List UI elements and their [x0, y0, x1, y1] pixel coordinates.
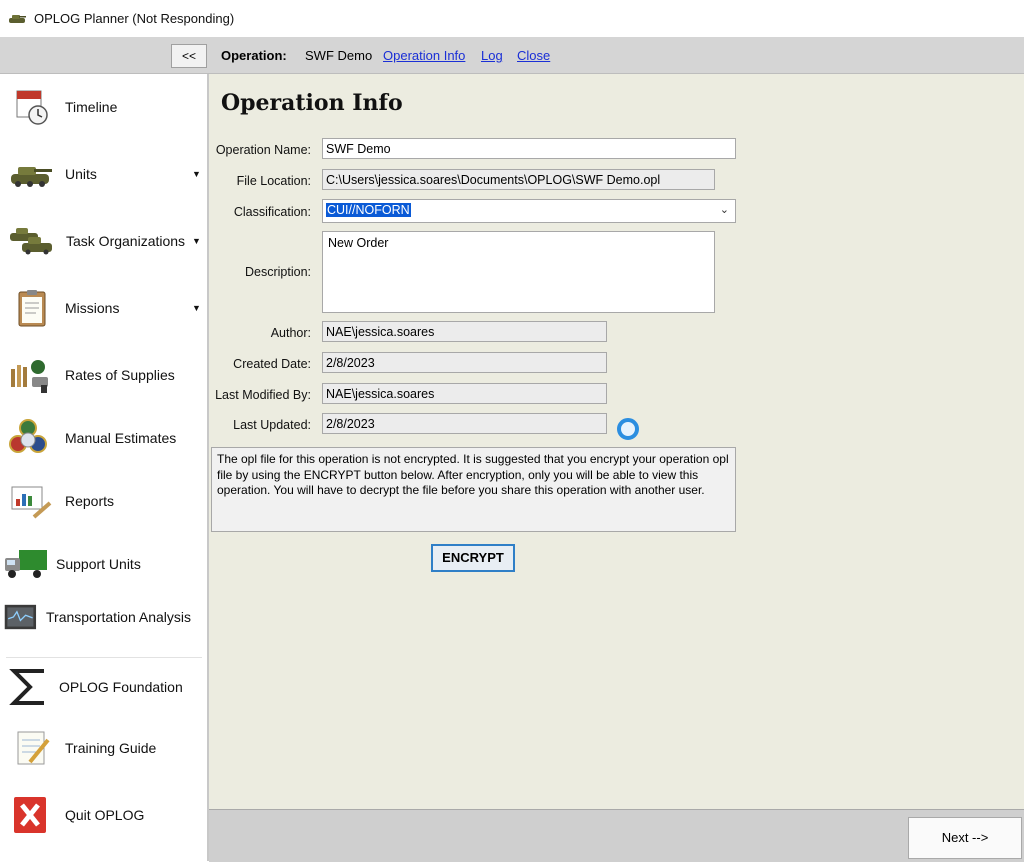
created-date-field: 2/8/2023: [322, 352, 607, 373]
bottom-bar: Next -->: [209, 809, 1024, 862]
sidebar-item-reports[interactable]: Reports: [0, 473, 207, 529]
notepad-pen-icon: [17, 731, 50, 765]
supplies-icon: [11, 360, 48, 393]
log-link[interactable]: Log: [481, 48, 503, 63]
classification-select[interactable]: CUI//NOFORN ⌄: [322, 199, 736, 223]
chevron-down-icon[interactable]: ⌄: [720, 203, 729, 216]
last-updated-label: Last Updated:: [233, 418, 311, 432]
operation-name: SWF Demo: [305, 48, 373, 63]
author-label: Author:: [270, 326, 311, 340]
description-label: Description:: [245, 265, 311, 279]
busy-spinner-icon: [617, 418, 639, 440]
last-modified-by-label: Last Modified By:: [215, 388, 311, 402]
sidebar-item-training-guide[interactable]: Training Guide: [0, 720, 207, 776]
operation-label: Operation:: [221, 48, 287, 63]
calendar-clock-icon: [16, 90, 48, 125]
operation-bar: << Operation: SWF Demo Operation Info Lo…: [0, 37, 1024, 74]
sidebar-item-manual-estimates[interactable]: Manual Estimates: [0, 410, 207, 466]
sidebar-item-label: Reports: [65, 493, 115, 509]
sidebar-item-label: Rates of Supplies: [65, 367, 175, 383]
encryption-notice: The opl file for this operation is not e…: [211, 447, 736, 532]
sidebar-item-label: Support Units: [56, 556, 141, 572]
sidebar-item-missions[interactable]: Missions ▼: [0, 280, 207, 336]
chevron-down-icon[interactable]: ▼: [192, 303, 201, 313]
quit-x-icon: [14, 797, 46, 833]
classification-label: Classification:: [233, 205, 311, 219]
emblems-icon: [9, 419, 47, 453]
sidebar-item-label: Missions: [65, 300, 120, 316]
last-updated-field: 2/8/2023: [322, 413, 607, 434]
sidebar-item-task-organizations[interactable]: Task Organizations ▼: [0, 213, 207, 269]
sidebar-item-oplog-foundation[interactable]: OPLOG Foundation: [0, 659, 207, 715]
clipboard-icon: [18, 290, 46, 327]
operation-info-link[interactable]: Operation Info: [383, 48, 465, 63]
sidebar-item-label: Transportation Analysis: [46, 609, 191, 625]
sidebar-item-label: Timeline: [65, 99, 118, 115]
next-button[interactable]: Next -->: [908, 817, 1022, 859]
sidebar-item-timeline[interactable]: Timeline: [0, 79, 207, 135]
operation-info-panel: Operation Info Operation Name: SWF Demo …: [209, 74, 1024, 809]
monitor-chart-icon: [4, 604, 37, 630]
tanks-icon: [10, 228, 52, 255]
truck-icon: [5, 550, 47, 578]
page-title: Operation Info: [221, 90, 403, 116]
chevron-down-icon[interactable]: ▼: [192, 236, 201, 246]
window-title: OPLOG Planner (Not Responding): [34, 10, 235, 26]
sigma-icon: [9, 669, 44, 705]
created-date-label: Created Date:: [233, 357, 311, 371]
sidebar-item-label: Quit OPLOG: [65, 807, 145, 823]
sidebar-item-transportation-analysis[interactable]: Transportation Analysis: [0, 589, 207, 645]
encrypt-button[interactable]: ENCRYPT: [431, 544, 515, 572]
collapse-sidebar-button[interactable]: <<: [171, 44, 207, 68]
sidebar-item-quit-oplog[interactable]: Quit OPLOG: [0, 787, 207, 843]
tank-app-icon: [9, 15, 26, 23]
sidebar-item-rates-of-supplies[interactable]: Rates of Supplies: [0, 347, 207, 403]
title-bar: OPLOG Planner (Not Responding): [0, 0, 1024, 36]
sidebar-item-label: OPLOG Foundation: [59, 679, 183, 695]
sidebar: Timeline Units ▼ Task Organizations ▼ Mi…: [0, 74, 209, 861]
chevron-down-icon[interactable]: ▼: [192, 169, 201, 179]
file-location-field: C:\Users\jessica.soares\Documents\OPLOG\…: [322, 169, 715, 190]
sidebar-item-support-units[interactable]: Support Units: [0, 536, 207, 592]
sidebar-item-label: Task Organizations: [66, 233, 186, 249]
operation-name-field[interactable]: SWF Demo: [322, 138, 736, 159]
sidebar-item-label: Units: [65, 166, 97, 182]
close-link[interactable]: Close: [517, 48, 550, 63]
sidebar-divider: [6, 657, 202, 658]
presentation-icon: [11, 486, 52, 519]
classification-value: CUI//NOFORN: [326, 203, 411, 217]
tank-icon: [11, 167, 52, 187]
operation-name-label: Operation Name:: [215, 143, 311, 157]
sidebar-item-label: Training Guide: [65, 740, 157, 756]
file-location-label: File Location:: [236, 174, 311, 188]
last-modified-by-field: NAE\jessica.soares: [322, 383, 607, 404]
description-textarea[interactable]: New Order: [322, 231, 715, 313]
sidebar-item-label: Manual Estimates: [65, 430, 177, 446]
sidebar-item-units[interactable]: Units ▼: [0, 146, 207, 202]
author-field: NAE\jessica.soares: [322, 321, 607, 342]
